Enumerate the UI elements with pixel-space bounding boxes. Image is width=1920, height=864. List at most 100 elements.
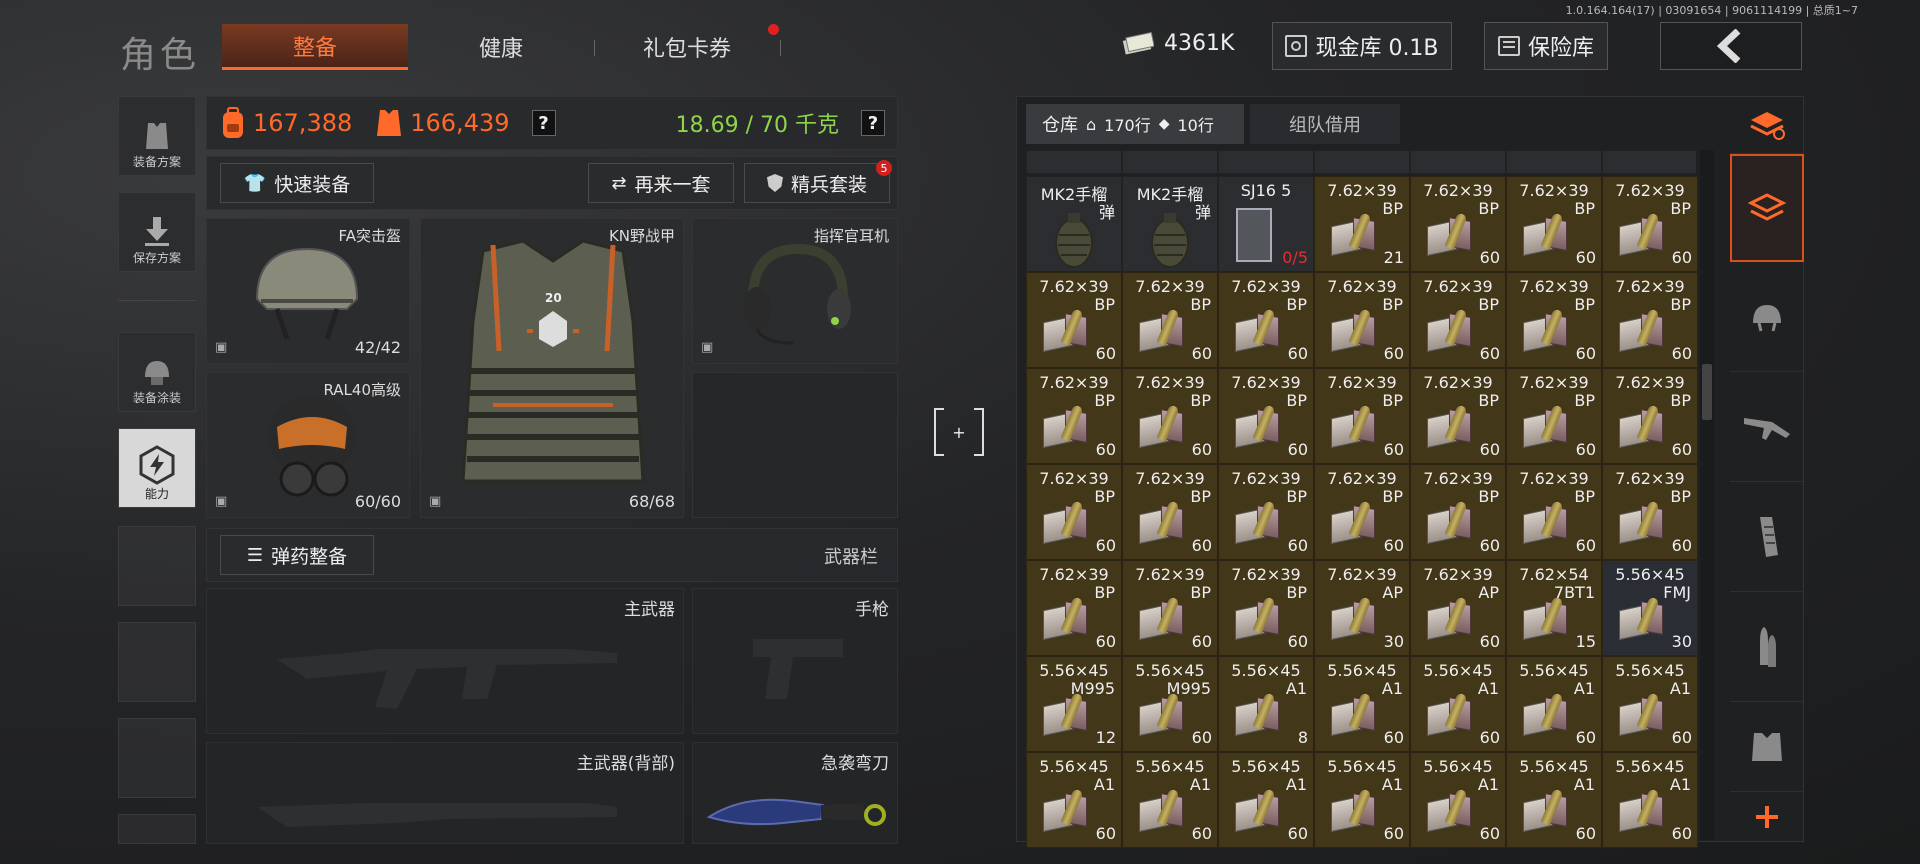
warehouse-item[interactable]: MK2手榴弹	[1122, 176, 1218, 272]
warehouse-item[interactable]: 5.56×45 A1 60	[1506, 752, 1602, 848]
tab-health[interactable]: 健康	[408, 24, 594, 70]
save-plan-button[interactable]: 保存方案	[118, 192, 196, 272]
warehouse-item[interactable]: 7.62×39 BP 60	[1602, 464, 1698, 560]
primary-weapon-back-slot[interactable]: 主武器(背部)	[206, 742, 684, 844]
warehouse-item[interactable]: 7.62×39 BP 60	[1122, 368, 1218, 464]
warehouse-item[interactable]: 7.62×39 BP 60	[1218, 464, 1314, 560]
warehouse-item[interactable]: 7.62×39 BP 60	[1026, 464, 1122, 560]
filter-bullet[interactable]	[1730, 592, 1804, 702]
warehouse-item[interactable]: 5.56×45 A1 8	[1218, 656, 1314, 752]
elite-set-button[interactable]: 精兵套装	[744, 163, 890, 203]
item-caliber: 7.62×39	[1519, 181, 1589, 200]
item-type: A1	[1477, 775, 1499, 794]
warehouse-item[interactable]: 7.62×39 BP 60	[1410, 368, 1506, 464]
warehouse-item[interactable]: 7.62×39 BP 60	[1026, 368, 1122, 464]
cash-vault-button[interactable]: 现金库 0.1B	[1272, 22, 1452, 70]
warehouse-item[interactable]: 5.56×45 M995 12	[1026, 656, 1122, 752]
warehouse-item[interactable]: 5.56×45 A1 60	[1122, 752, 1218, 848]
ammo-box-icon	[1235, 308, 1281, 353]
warehouse-item[interactable]: 7.62×39 BP 60	[1410, 272, 1506, 368]
tab-equip[interactable]: 整备	[222, 24, 408, 70]
equipment-paint-button[interactable]: 装备涂装	[118, 332, 196, 412]
filter-all[interactable]	[1730, 96, 1804, 154]
shirt-icon: 👕	[243, 172, 267, 194]
warehouse-tab[interactable]: 仓库 ⌂ 170行 ◆ 10行	[1026, 104, 1244, 144]
filter-magazine[interactable]	[1730, 482, 1804, 592]
warehouse-item[interactable]: 7.62×39 BP 60	[1602, 176, 1698, 272]
warehouse-item[interactable]: 7.62×39 BP 60	[1314, 464, 1410, 560]
item-count: 60	[1671, 536, 1692, 555]
download-icon	[145, 217, 169, 246]
filter-rifle[interactable]	[1730, 372, 1804, 482]
warehouse-item[interactable]: 7.62×39 BP 60	[1602, 368, 1698, 464]
scrollbar-thumb[interactable]	[1702, 364, 1712, 420]
warehouse-item[interactable]: 7.62×39 BP 60	[1218, 272, 1314, 368]
warehouse-item[interactable]: 7.62×39 BP 60	[1218, 560, 1314, 656]
helmet-slot[interactable]: FA突击盔 ▣ 42/42	[206, 218, 410, 364]
safe-box-button[interactable]: 保险库	[1484, 22, 1608, 70]
warehouse-item[interactable]: 7.62×39 BP 60	[1314, 272, 1410, 368]
warehouse-item[interactable]: 5.56×45 A1 60	[1602, 656, 1698, 752]
item-caliber: 5.56×45	[1615, 661, 1685, 680]
warehouse-item[interactable]: 7.62×39 BP 60	[1122, 272, 1218, 368]
warehouse-item[interactable]: 7.62×39 BP 21	[1314, 176, 1410, 272]
warehouse-item[interactable]: 7.62×39 BP 60	[1602, 272, 1698, 368]
filter-armor[interactable]	[1730, 702, 1804, 792]
warehouse-item[interactable]: 5.56×45 A1 60	[1410, 752, 1506, 848]
warehouse-item[interactable]: 7.62×39 BP 60	[1026, 560, 1122, 656]
primary-weapon-slot[interactable]: 主武器	[206, 588, 684, 734]
warehouse-item[interactable]: 7.62×54 7BT1 15	[1506, 560, 1602, 656]
ammo-box-icon	[1619, 212, 1665, 257]
warehouse-item[interactable]: 7.62×39 BP 60	[1506, 368, 1602, 464]
tab-gift-coupons[interactable]: 礼包卡券	[594, 24, 780, 70]
warehouse-item[interactable]: 5.56×45 M995 60	[1122, 656, 1218, 752]
headset-slot[interactable]: 指挥官耳机 ▣	[692, 218, 898, 364]
filter-stack[interactable]	[1730, 154, 1804, 262]
warehouse-item[interactable]: 5.56×45 A1 60	[1026, 752, 1122, 848]
warehouse-item[interactable]: 7.62×39 AP 60	[1410, 560, 1506, 656]
warehouse-tab-label: 仓库	[1042, 115, 1078, 136]
value-help-button[interactable]: ?	[531, 110, 556, 136]
ability-button[interactable]: 能力	[118, 428, 196, 508]
add-filter-button[interactable]	[1730, 792, 1804, 842]
equipment-plan-button[interactable]: 装备方案	[118, 96, 196, 176]
helmet-durability: 42/42	[354, 338, 401, 357]
warehouse-item[interactable]: 7.62×39 BP 60	[1506, 272, 1602, 368]
warehouse-partial-row	[1026, 150, 1696, 174]
transfer-button[interactable]: +	[934, 408, 984, 456]
mask-slot[interactable]: RAL40高级 ▣ 60/60	[206, 372, 410, 518]
warehouse-scrollbar[interactable]	[1700, 150, 1714, 840]
warehouse-item[interactable]: 7.62×39 BP 60	[1218, 368, 1314, 464]
again-button[interactable]: ⇄ 再来一套	[588, 163, 734, 203]
quick-equip-button[interactable]: 👕 快速装备	[220, 163, 374, 203]
warehouse-item[interactable]: 5.56×45 A1 60	[1506, 656, 1602, 752]
warehouse-item[interactable]: 5.56×45 A1 60	[1314, 656, 1410, 752]
warehouse-item[interactable]: 7.62×39 BP 60	[1026, 272, 1122, 368]
warehouse-item[interactable]: 5.56×45 A1 60	[1314, 752, 1410, 848]
warehouse-item[interactable]: 7.62×39 BP 60	[1122, 560, 1218, 656]
warehouse-item[interactable]: 7.62×39 BP 60	[1314, 368, 1410, 464]
warehouse-item[interactable]: 7.62×39 BP 60	[1506, 176, 1602, 272]
warehouse-item[interactable]: MK2手榴弹	[1026, 176, 1122, 272]
warehouse-item[interactable]: 5.56×45 A1 60	[1602, 752, 1698, 848]
warehouse-item[interactable]: 5.56×45 FMJ 30	[1602, 560, 1698, 656]
warehouse-item[interactable]: 7.62×39 BP 60	[1410, 176, 1506, 272]
warehouse-item[interactable]: 7.62×39 BP 60	[1122, 464, 1218, 560]
filter-helmet[interactable]	[1730, 262, 1804, 372]
team-borrow-tab[interactable]: 组队借用	[1250, 104, 1400, 144]
weight-help-button[interactable]: ?	[861, 110, 885, 136]
empty-gear-slot[interactable]	[692, 372, 898, 518]
warehouse-item[interactable]: 7.62×39 BP 60	[1410, 464, 1506, 560]
warehouse-item[interactable]: 7.62×39 AP 30	[1314, 560, 1410, 656]
ammo-equip-button[interactable]: ☰ 弹药整备	[220, 535, 374, 575]
warehouse-item[interactable]: SJ16 5 0/5	[1218, 176, 1314, 272]
item-box-icon: ▣	[215, 494, 228, 509]
warehouse-item[interactable]: 5.56×45 A1 60	[1410, 656, 1506, 752]
back-button[interactable]	[1660, 22, 1802, 70]
empty-menu-slot	[118, 718, 196, 798]
warehouse-item[interactable]: 7.62×39 BP 60	[1506, 464, 1602, 560]
armor-slot[interactable]: KN野战甲 20 ▣ 68/68	[420, 218, 684, 518]
melee-slot[interactable]: 急袭弯刀	[692, 742, 898, 844]
warehouse-item[interactable]: 5.56×45 A1 60	[1218, 752, 1314, 848]
pistol-slot[interactable]: 手枪	[692, 588, 898, 734]
